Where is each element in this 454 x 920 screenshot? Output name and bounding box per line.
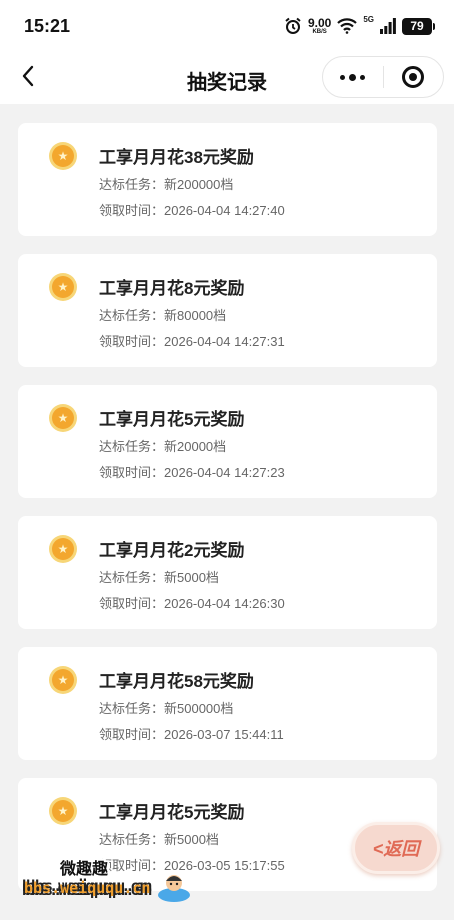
battery-icon: 79	[402, 17, 435, 35]
star-coin-icon: ★	[49, 404, 77, 432]
status-icons: 9.00 KB/S 5G 79	[284, 15, 435, 37]
watermark-line1: 微趣趣	[60, 861, 109, 878]
record-title: 工享月月花38元奖励	[99, 148, 254, 167]
more-dots-icon	[340, 73, 366, 81]
close-mini-program-button[interactable]	[384, 57, 444, 97]
record-card[interactable]: ★ 工享月月花58元奖励 达标任务：新500000档 领取时间：2026-03-…	[18, 647, 437, 760]
star-coin-icon: ★	[49, 142, 77, 170]
watermark-line2: bbs.weiququ.cn	[24, 879, 151, 897]
record-task: 达标任务：新200000档	[99, 177, 234, 192]
record-card[interactable]: ★ 工享月月花38元奖励 达标任务：新200000档 领取时间：2026-04-…	[18, 123, 437, 236]
record-task: 达标任务：新500000档	[99, 701, 234, 716]
record-time: 领取时间：2026-04-04 14:27:40	[99, 203, 285, 218]
network-type: 5G	[363, 15, 374, 24]
network-speed: 9.00 KB/S	[308, 17, 331, 35]
record-card[interactable]: ★ 工享月月花5元奖励 达标任务：新20000档 领取时间：2026-04-04…	[18, 385, 437, 498]
record-time: 领取时间：2026-04-04 14:26:30	[99, 596, 285, 611]
mini-program-capsule	[322, 56, 444, 98]
wifi-icon	[337, 18, 358, 34]
record-title: 工享月月花2元奖励	[99, 541, 245, 560]
network-speed-value: 9.00	[307, 16, 332, 30]
record-title: 工享月月花58元奖励	[99, 672, 254, 691]
site-watermark: 微趣趣 bbs.weiququ.cn	[0, 845, 210, 915]
record-card[interactable]: ★ 工享月月花8元奖励 达标任务：新80000档 领取时间：2026-04-04…	[18, 254, 437, 367]
record-time: 领取时间：2026-04-04 14:27:23	[99, 465, 285, 480]
mascot-icon	[156, 871, 192, 903]
record-card[interactable]: ★ 工享月月花2元奖励 达标任务：新5000档 领取时间：2026-04-04 …	[18, 516, 437, 629]
star-coin-icon: ★	[49, 797, 77, 825]
record-title: 工享月月花5元奖励	[99, 410, 245, 429]
record-time: 领取时间：2026-04-04 14:27:31	[99, 334, 285, 349]
more-button[interactable]	[323, 57, 383, 97]
record-time: 领取时间：2026-03-07 15:44:11	[99, 727, 284, 742]
record-title: 工享月月花5元奖励	[99, 803, 245, 822]
status-time: 15:21	[24, 16, 71, 36]
star-coin-icon: ★	[49, 666, 77, 694]
alarm-icon	[284, 17, 302, 35]
star-coin-icon: ★	[49, 273, 77, 301]
record-title: 工享月月花8元奖励	[99, 279, 245, 298]
target-circle-icon	[402, 66, 425, 88]
status-bar: 15:21 9.00 KB/S 5G 79	[0, 0, 454, 52]
signal-icon	[380, 18, 396, 34]
record-list: ★ 工享月月花38元奖励 达标任务：新200000档 领取时间：2026-04-…	[18, 123, 437, 909]
return-button[interactable]: <返回	[352, 822, 440, 874]
star-coin-icon: ★	[49, 535, 77, 563]
network-speed-unit: KB/S	[312, 29, 327, 35]
record-task: 达标任务：新20000档	[99, 439, 227, 454]
nav-bar: 抽奖记录	[0, 52, 454, 104]
record-task: 达标任务：新5000档	[99, 570, 219, 585]
record-task: 达标任务：新80000档	[99, 308, 227, 323]
